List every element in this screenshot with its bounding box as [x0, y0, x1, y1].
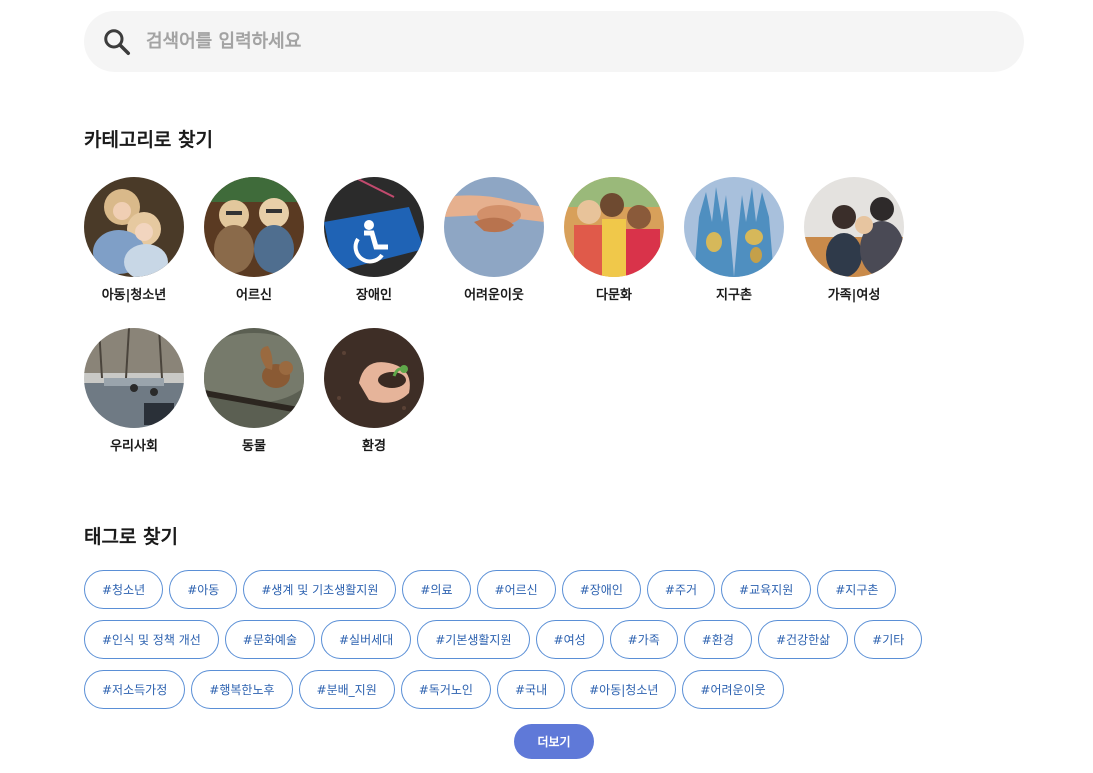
tag-row: #청소년 #아동 #생계 및 기초생활지원 #의료 #어르신 #장애인 #주거 #교육지원 #지… — [84, 570, 984, 609]
category-item-multicultural[interactable]: 다문화 — [564, 177, 664, 303]
category-item-elderly[interactable]: 어르신 — [204, 177, 304, 303]
category-image-global — [684, 177, 784, 277]
search-input[interactable] — [144, 30, 948, 53]
category-image-society — [84, 328, 184, 428]
more-button[interactable]: 더보기 — [514, 724, 594, 759]
tag-chip[interactable]: #어르신 — [476, 570, 556, 609]
tag-chip[interactable]: #문화예술 — [224, 620, 315, 659]
tag-chip[interactable]: #주거 — [646, 570, 716, 609]
category-image-disabled — [324, 177, 424, 277]
category-item-global[interactable]: 지구촌 — [684, 177, 784, 303]
search-bar[interactable] — [84, 11, 1024, 72]
category-item-children[interactable]: 아동|청소년 — [84, 177, 184, 303]
tag-chip[interactable]: #환경 — [683, 620, 752, 659]
tag-chip[interactable]: #분배_지원 — [298, 670, 395, 709]
category-item-neighbors[interactable]: 어려운이웃 — [444, 177, 544, 303]
category-label: 가족|여성 — [827, 288, 881, 303]
tag-section-title: 태그로 찾기 — [84, 526, 179, 548]
category-image-environment — [324, 328, 424, 428]
tag-chip[interactable]: #인식 및 정책 개선 — [84, 620, 219, 659]
category-label: 지구촌 — [716, 288, 752, 303]
tag-chip[interactable]: #기타 — [854, 620, 923, 659]
tag-chip[interactable]: #아동|청소년 — [571, 670, 677, 709]
tag-chip[interactable]: #국내 — [496, 670, 566, 709]
category-item-disabled[interactable]: 장애인 — [324, 177, 424, 303]
category-label: 우리사회 — [110, 439, 158, 454]
tag-list: #청소년 #아동 #생계 및 기초생활지원 #의료 #어르신 #장애인 #주거 #교육지원 #지… — [84, 570, 984, 720]
category-label: 어려운이웃 — [464, 288, 524, 303]
tag-chip[interactable]: #건강한삶 — [757, 620, 849, 659]
tag-chip[interactable]: #어려운이웃 — [682, 670, 784, 709]
tag-chip[interactable]: #기본생활지원 — [417, 620, 530, 659]
tag-chip[interactable]: #저소득가정 — [84, 670, 186, 709]
tag-row: #저소득가정 #행복한노후 #분배_지원 #독거노인 #국내 #아동|청소년 #어려운이웃 — [84, 670, 984, 709]
category-item-environment[interactable]: 환경 — [324, 328, 424, 454]
category-image-animals — [204, 328, 304, 428]
category-item-animals[interactable]: 동물 — [204, 328, 304, 454]
tag-chip[interactable]: #아동 — [169, 570, 238, 609]
tag-chip[interactable]: #가족 — [609, 620, 678, 659]
category-image-family — [804, 177, 904, 277]
category-label: 환경 — [362, 439, 386, 454]
category-item-society[interactable]: 우리사회 — [84, 328, 184, 454]
tag-chip[interactable]: #독거노인 — [400, 670, 491, 709]
category-image-elderly — [204, 177, 304, 277]
tag-chip[interactable]: #청소년 — [84, 570, 164, 609]
tag-chip[interactable]: #교육지원 — [721, 570, 812, 609]
tag-chip[interactable]: #생계 및 기초생활지원 — [243, 570, 397, 609]
tag-chip[interactable]: #실버세대 — [321, 620, 412, 659]
tag-chip[interactable]: #여성 — [535, 620, 604, 659]
category-image-neighbors — [444, 177, 544, 277]
tag-chip[interactable]: #행복한노후 — [191, 670, 293, 709]
tag-chip[interactable]: #장애인 — [561, 570, 641, 609]
category-label: 어르신 — [236, 288, 272, 303]
category-section-title: 카테고리로 찾기 — [84, 129, 213, 151]
tag-chip[interactable]: #의료 — [402, 570, 471, 609]
category-label: 동물 — [242, 439, 266, 454]
category-item-family[interactable]: 가족|여성 — [804, 177, 904, 303]
category-label: 아동|청소년 — [101, 288, 167, 303]
category-label: 다문화 — [596, 288, 632, 303]
tag-chip[interactable]: #지구촌 — [817, 570, 897, 609]
search-icon — [104, 28, 130, 55]
category-image-children — [84, 177, 184, 277]
category-label: 장애인 — [356, 288, 392, 303]
tag-row: #인식 및 정책 개선 #문화예술 #실버세대 #기본생활지원 #여성 #가족 #환경 #건강… — [84, 620, 984, 659]
category-image-multicultural — [564, 177, 664, 277]
